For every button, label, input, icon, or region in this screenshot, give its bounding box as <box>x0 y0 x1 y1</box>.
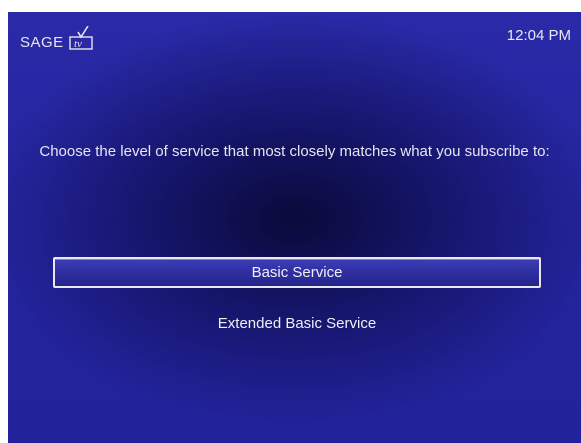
sagetv-screen: SAGE tv 12:04 PM Choose the level of ser… <box>8 12 581 443</box>
tv-checkmark-icon: tv <box>66 26 96 50</box>
logo-text: SAGE <box>20 34 64 51</box>
sagetv-logo: SAGE tv <box>20 26 96 50</box>
prompt-text: Choose the level of service that most cl… <box>39 143 550 160</box>
clock: 12:04 PM <box>506 27 571 44</box>
svg-text:tv: tv <box>74 38 82 50</box>
option-extended-basic-service[interactable]: Extended Basic Service <box>53 308 541 339</box>
option-basic-service[interactable]: Basic Service <box>53 257 541 288</box>
